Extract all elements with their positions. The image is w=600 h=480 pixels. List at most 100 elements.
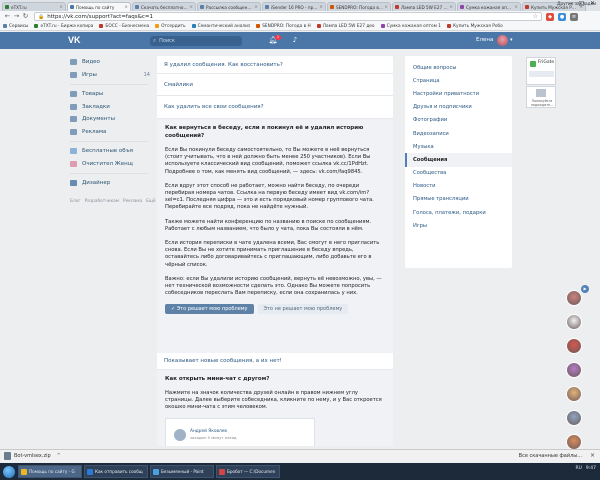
faq-question-title[interactable]: Как вернуться в беседу, если я покинул е… [165, 124, 385, 140]
sidebar-item[interactable]: Бесплатные объя [70, 145, 150, 158]
avatar[interactable] [566, 410, 582, 426]
bookmark-item[interactable]: Сервисы [3, 24, 28, 29]
browser-tab[interactable]: Помощь по сайту × [67, 2, 131, 11]
avatar[interactable] [566, 434, 582, 450]
sidebar-item[interactable]: Закладки [70, 101, 150, 114]
faq-category-item[interactable]: Музыка [405, 140, 512, 153]
browser-tab[interactable]: Сумка кожаная оптом 1× [457, 2, 521, 11]
faq-category-item[interactable]: Сообщения [405, 153, 512, 167]
frigate-toggle[interactable] [529, 71, 554, 77]
extension-icon[interactable]: ● [558, 12, 566, 21]
close-tab-icon[interactable]: × [449, 5, 453, 10]
app-icon [21, 468, 27, 475]
footer-link[interactable]: Разработчикам [85, 199, 119, 204]
faq-question[interactable]: Показывает новые сообщения, а их нет! [157, 353, 393, 370]
extension-icon[interactable]: ◆ [546, 12, 554, 21]
faq-category-item[interactable]: Друзья и подписчики [405, 101, 512, 114]
sidebar-item[interactable]: Очистител Женщ [70, 158, 150, 171]
sidebar-item[interactable]: Товары [70, 88, 150, 101]
clock[interactable]: 9:47 [586, 466, 596, 471]
close-tab-icon[interactable]: × [384, 5, 388, 10]
faq-category-item[interactable]: Страница [405, 74, 512, 87]
user-name[interactable]: Елена [476, 36, 493, 45]
bookmark-item[interactable]: Купить Мужская Робо [446, 24, 503, 29]
bookmark-item[interactable]: eTXT.ru - Биржа копира [34, 24, 93, 29]
faq-category-item[interactable]: Голоса, платежи, подарки [405, 206, 512, 219]
taskbar-item[interactable]: Помощь по сайту - G [18, 465, 82, 478]
close-tab-icon[interactable]: × [189, 5, 193, 10]
other-bookmarks[interactable]: Другие закладки [557, 2, 596, 7]
browser-tab[interactable]: Рассылка сообщений Вкон× [197, 2, 261, 11]
bookmark-item[interactable]: Семантический анализ [191, 24, 250, 29]
sidebar-item[interactable]: Реклама [70, 126, 150, 139]
faq-category-item[interactable]: Прямые трансляции [405, 193, 512, 206]
close-tab-icon[interactable]: × [124, 5, 128, 10]
download-item[interactable]: Bot-vmlsex.zip ^ [4, 452, 61, 460]
avatar[interactable] [497, 35, 508, 46]
faq-answer-expanded: Как открыть мини-чат с другом? Нажмите н… [157, 370, 393, 446]
bookmark-item[interactable]: Отсердить [155, 24, 186, 29]
search-input[interactable]: ⌕ Поиск [150, 36, 242, 46]
avatar[interactable] [566, 290, 582, 306]
url-field[interactable]: 🔒 https://vk.com/support?act=faqs&c=1 ☆ [34, 12, 542, 21]
sidebar-item[interactable]: Игры 14 [70, 69, 150, 82]
faq-category-item[interactable]: Видеозаписи [405, 127, 512, 140]
footer-link[interactable]: Ещё [146, 199, 155, 204]
chevron-down-icon[interactable]: ▾ [510, 36, 513, 45]
faq-category-item[interactable]: Новости [405, 180, 512, 193]
bookmark-item[interactable]: БОСС - Бизнесмена [99, 24, 149, 29]
forward-arrow-icon[interactable]: → [12, 12, 21, 21]
faq-category-item[interactable]: Общие вопросы [405, 61, 512, 74]
taskbar-item[interactable]: Безымянный - Paint [150, 465, 214, 478]
avatar[interactable] [566, 314, 582, 330]
browser-tab[interactable]: SENDPRO: Погода в Н × [327, 2, 391, 11]
faq-category-item[interactable]: Фотографии [405, 114, 512, 127]
faq-category-item[interactable]: Настройки приватности [405, 87, 512, 100]
reload-icon[interactable]: ↻ [21, 12, 30, 21]
goods-icon [70, 91, 77, 98]
faq-answer-paragraph: Нажмите на значок количества друзей онла… [165, 390, 382, 411]
back-arrow-icon[interactable]: ← [3, 12, 12, 21]
faq-question-title[interactable]: Как открыть мини-чат с другом? [165, 375, 385, 383]
taskbar-item[interactable]: Бробот — C:\Documen [216, 465, 280, 478]
close-tab-icon[interactable]: × [254, 5, 258, 10]
close-icon[interactable]: × [590, 452, 595, 459]
faq-question[interactable]: Я удалил сообщения. Как восстановить? [157, 56, 393, 74]
browser-tab-label: Помощь по сайту [76, 4, 115, 10]
show-all-downloads[interactable]: Все скачанные файлы... [519, 453, 582, 459]
faq-question[interactable]: Как удалить все свои сообщения? [157, 96, 393, 119]
faq-category-item[interactable]: Игры [405, 219, 512, 232]
bookmark-item[interactable]: Лампа LED 5W E27 део [316, 24, 375, 29]
bookmark-star-icon[interactable]: ☆ [533, 13, 538, 20]
close-tab-icon[interactable]: × [319, 5, 323, 10]
avatar[interactable] [566, 386, 582, 402]
bookmark-item[interactable]: Сумка кожаная оптом 1 [380, 24, 441, 29]
browser-tab[interactable]: Лампа LED 5W E27 део × [392, 2, 456, 11]
sidebar-item[interactable]: Документы [70, 113, 150, 126]
play-icon[interactable]: ▶ [581, 285, 589, 293]
language-indicator[interactable]: RU [575, 466, 581, 471]
footer-link[interactable]: Блог [70, 199, 81, 204]
faq-category-item[interactable]: Сообщества [405, 167, 512, 180]
browser-tab[interactable]: iSender 16 PRO - програм× [262, 2, 326, 11]
sidebar-item[interactable]: Дизайнер [70, 177, 150, 190]
close-tab-icon[interactable]: × [59, 5, 63, 10]
not-solved-button[interactable]: Это не решает мою проблему [257, 304, 349, 315]
browser-tab[interactable]: eTXT.ru × [2, 2, 66, 11]
music-icon[interactable]: ♪ [290, 36, 300, 45]
bookmark-item[interactable]: SENDPRO: Погода в Н [256, 24, 311, 29]
avatar[interactable] [566, 338, 582, 354]
chevron-up-icon[interactable]: ^ [57, 453, 61, 459]
close-tab-icon[interactable]: × [514, 5, 518, 10]
frigate-widget[interactable]: FriGate [526, 57, 556, 85]
footer-link[interactable]: Реклама [123, 199, 142, 204]
browser-tab[interactable]: Скачать бесплатно Bot × [132, 2, 196, 11]
solved-button[interactable]: ✓ Это решает мою проблему [165, 304, 254, 315]
menu-icon[interactable]: ≡ [570, 12, 578, 21]
vk-logo[interactable]: VK [68, 35, 82, 46]
sidebar-item[interactable]: Видео [70, 56, 150, 69]
faq-question[interactable]: Смайлики [157, 74, 393, 96]
taskbar-item[interactable]: Как отправить сообщ [84, 465, 148, 478]
start-button[interactable] [3, 465, 15, 478]
avatar[interactable] [566, 362, 582, 378]
